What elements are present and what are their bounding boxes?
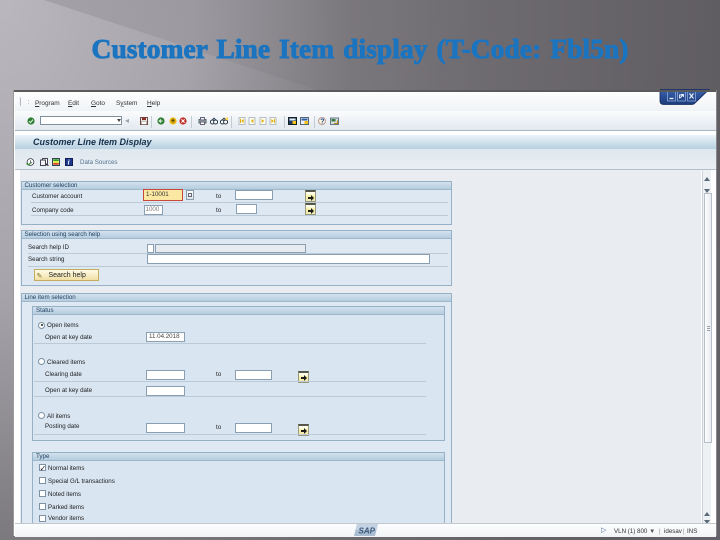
svg-text:?: ?: [320, 118, 324, 125]
svg-text:i: i: [67, 159, 69, 166]
svg-text:SAP: SAP: [359, 527, 376, 536]
